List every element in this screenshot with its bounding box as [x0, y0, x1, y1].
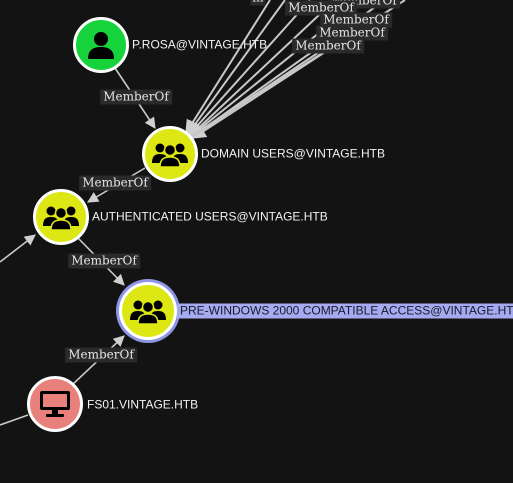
node-label-fs01: FS01.VINTAGE.HTB	[87, 397, 199, 412]
node-pre-windows-2000[interactable]	[119, 282, 177, 340]
node-label-authenticated-users: AUTHENTICATED USERS@VINTAGE.HTB	[92, 209, 328, 224]
node-label-domain-users: DOMAIN USERS@VINTAGE.HTB	[201, 146, 385, 161]
node-label-prosa: P.ROSA@VINTAGE.HTB	[132, 37, 268, 52]
node-authenticated-users[interactable]	[33, 189, 89, 245]
group-icon	[130, 300, 166, 324]
user-icon	[88, 32, 114, 59]
edge-label-top-truncated: m	[250, 0, 266, 6]
node-domain-users[interactable]	[142, 126, 198, 182]
edge-label-prosa-domain-users: MemberOf	[100, 89, 172, 105]
group-icon	[152, 143, 188, 167]
memberof-edges	[0, 67, 156, 426]
edge-offscreen-authenticated	[0, 234, 36, 263]
node-label-pre-windows-2000: PRE-WINDOWS 2000 COMPATIBLE ACCESS@VINTA…	[177, 303, 513, 319]
node-fs01[interactable]	[27, 376, 83, 432]
graph-canvas[interactable]: m MemberOf MemberOf MemberOf MemberOf Me…	[0, 0, 513, 483]
computer-icon	[40, 391, 70, 417]
group-icon	[43, 206, 79, 230]
edge-label-fs01-pre-windows: MemberOf	[65, 347, 137, 363]
node-prosa[interactable]	[73, 17, 129, 73]
edge-label-authenticated-pre-windows: MemberOf	[68, 253, 140, 269]
edge-offscreen-fs01	[0, 414, 29, 426]
edge-label-top-4: MemberOf	[292, 38, 364, 54]
edge-label-domain-users-authenticated: MemberOf	[79, 175, 151, 191]
